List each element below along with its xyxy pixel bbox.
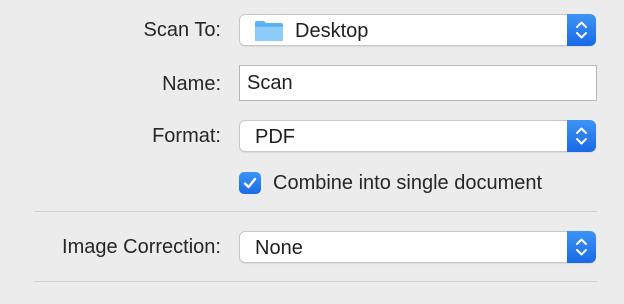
name-field[interactable] — [239, 65, 597, 101]
format-stepper[interactable] — [567, 120, 596, 152]
image-correction-label: Image Correction: — [62, 236, 221, 258]
format-value: PDF — [255, 126, 295, 148]
chevron-up-down-icon — [576, 127, 587, 145]
combine-checkbox[interactable] — [239, 172, 261, 194]
scan-to-label: Scan To: — [143, 19, 221, 41]
image-correction-popup[interactable]: None — [239, 231, 596, 263]
checkmark-icon — [243, 177, 257, 189]
name-label: Name: — [162, 73, 221, 95]
scan-to-popup[interactable]: Desktop — [239, 14, 596, 46]
chevron-up-down-icon — [576, 21, 587, 39]
image-correction-value: None — [255, 237, 303, 259]
image-correction-stepper[interactable] — [567, 231, 596, 263]
scan-to-value: Desktop — [295, 20, 369, 42]
format-popup[interactable]: PDF — [239, 120, 596, 152]
divider — [34, 211, 597, 212]
divider — [34, 281, 597, 282]
scan-to-stepper[interactable] — [567, 14, 596, 46]
format-label: Format: — [152, 125, 221, 147]
chevron-up-down-icon — [576, 238, 587, 256]
name-input[interactable] — [240, 66, 596, 100]
folder-icon — [254, 20, 284, 42]
combine-label[interactable]: Combine into single document — [273, 171, 542, 195]
